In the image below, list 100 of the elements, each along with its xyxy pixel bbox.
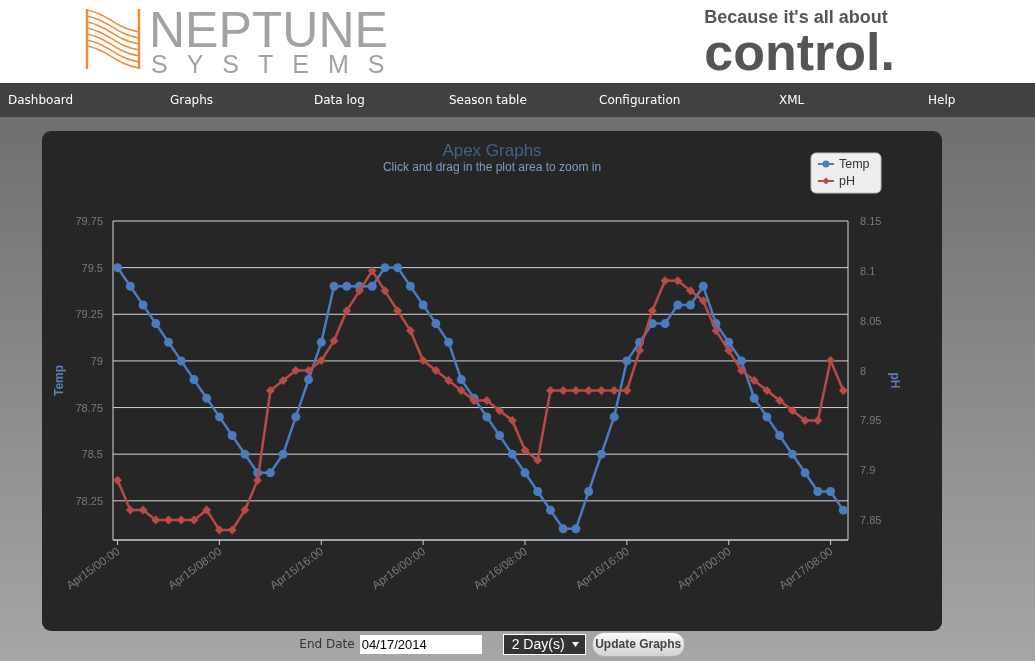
slogan-text: Because it's all about: [704, 6, 888, 28]
nav-link[interactable]: Season table: [449, 93, 527, 107]
data-point: [775, 431, 785, 441]
data-point: [329, 336, 339, 346]
data-point: [227, 431, 237, 441]
data-point: [418, 356, 428, 366]
data-point: [596, 385, 606, 395]
data-point: [749, 376, 759, 385]
data-point: [507, 449, 517, 459]
data-point: [342, 306, 352, 316]
data-point: [367, 266, 377, 276]
data-point: [151, 319, 161, 329]
y-axis-label: 79.5: [81, 261, 103, 274]
y-axis-label: 8.1: [860, 264, 876, 277]
data-point: [227, 525, 237, 535]
y-axis-label: 7.95: [860, 414, 882, 427]
data-point: [571, 524, 581, 534]
data-point: [584, 385, 594, 395]
data-point: [113, 263, 123, 273]
data-point: [380, 286, 390, 296]
data-point: [189, 515, 199, 525]
logo-icon: [85, 8, 141, 70]
data-point: [838, 385, 848, 395]
data-point: [329, 281, 339, 291]
data-point: [495, 431, 505, 441]
data-point: [507, 415, 517, 425]
data-point: [736, 366, 746, 376]
nav-link[interactable]: XML: [779, 93, 805, 107]
end-date-label: End Date: [299, 637, 355, 651]
nav-link[interactable]: Graphs: [170, 93, 214, 107]
nav-link[interactable]: Dashboard: [8, 93, 74, 107]
data-point: [253, 475, 263, 485]
data-point: [278, 449, 288, 459]
legend-marker-icon: [817, 160, 835, 168]
logo-subtitle: SYSTEMS: [151, 52, 404, 76]
nav-link[interactable]: Data log: [314, 93, 365, 107]
data-point: [545, 385, 555, 395]
data-point: [711, 319, 721, 329]
legend-marker-icon: [817, 177, 835, 185]
data-point: [456, 385, 466, 395]
data-point: [520, 445, 530, 455]
data-point: [826, 356, 836, 366]
data-point: [686, 286, 695, 296]
data-point: [176, 515, 186, 525]
logo-wordmark: NEPTUNE: [149, 8, 388, 52]
data-point: [724, 346, 734, 356]
data-point: [533, 487, 543, 496]
data-point: [584, 487, 594, 496]
data-point: [571, 385, 581, 395]
range-dropdown[interactable]: 2 Day(s): [502, 633, 586, 655]
data-point: [393, 263, 403, 273]
data-point: [596, 449, 606, 459]
data-point: [138, 505, 148, 515]
data-point: [291, 366, 301, 376]
data-point: [214, 412, 224, 422]
nav-link[interactable]: Configuration: [599, 93, 681, 107]
data-point: [635, 346, 645, 356]
data-point: [380, 263, 390, 273]
data-point: [762, 385, 772, 395]
data-point: [724, 337, 734, 347]
data-point: [558, 524, 568, 534]
data-point: [775, 395, 785, 405]
y-axis-label: 78.75: [75, 401, 103, 414]
data-point: [405, 326, 415, 336]
y-axis-label: 7.85: [860, 514, 882, 527]
update-graphs-button[interactable]: Update Graphs: [591, 631, 685, 657]
data-point: [189, 375, 199, 385]
legend-label[interactable]: Temp: [839, 157, 870, 171]
data-point: [635, 337, 645, 347]
data-point: [800, 415, 810, 425]
data-point: [418, 300, 428, 310]
legend-label[interactable]: pH: [839, 174, 855, 188]
data-point: [202, 393, 212, 403]
data-point: [482, 412, 492, 422]
nav-link[interactable]: Help: [928, 93, 956, 107]
data-point: [304, 366, 314, 376]
slogan-emphasis: control.: [704, 28, 895, 76]
data-point: [431, 319, 441, 329]
data-point: [240, 505, 250, 515]
data-point: [304, 375, 314, 385]
data-point: [355, 286, 364, 296]
data-point: [622, 385, 632, 395]
data-point: [698, 281, 708, 291]
data-point: [787, 449, 797, 459]
data-point: [138, 300, 148, 310]
data-point: [545, 505, 555, 515]
data-point: [202, 505, 212, 515]
data-point: [660, 319, 670, 329]
data-point: [813, 487, 823, 496]
chart-subtitle: Click and drag in the plot area to zoom in: [382, 160, 602, 174]
data-point: [125, 505, 135, 515]
y-axis-label: 79.75: [75, 215, 103, 227]
y-axis-label: 8: [860, 364, 867, 377]
data-point: [125, 281, 135, 291]
y-axis-title: Temp: [52, 364, 66, 397]
end-date-field[interactable]: 04/17/2014: [359, 634, 482, 654]
y-axis-label: 8.05: [860, 314, 882, 327]
y-axis-label: 8.15: [860, 215, 882, 227]
y-axis-label: 78.5: [81, 448, 103, 461]
data-point: [316, 337, 326, 347]
